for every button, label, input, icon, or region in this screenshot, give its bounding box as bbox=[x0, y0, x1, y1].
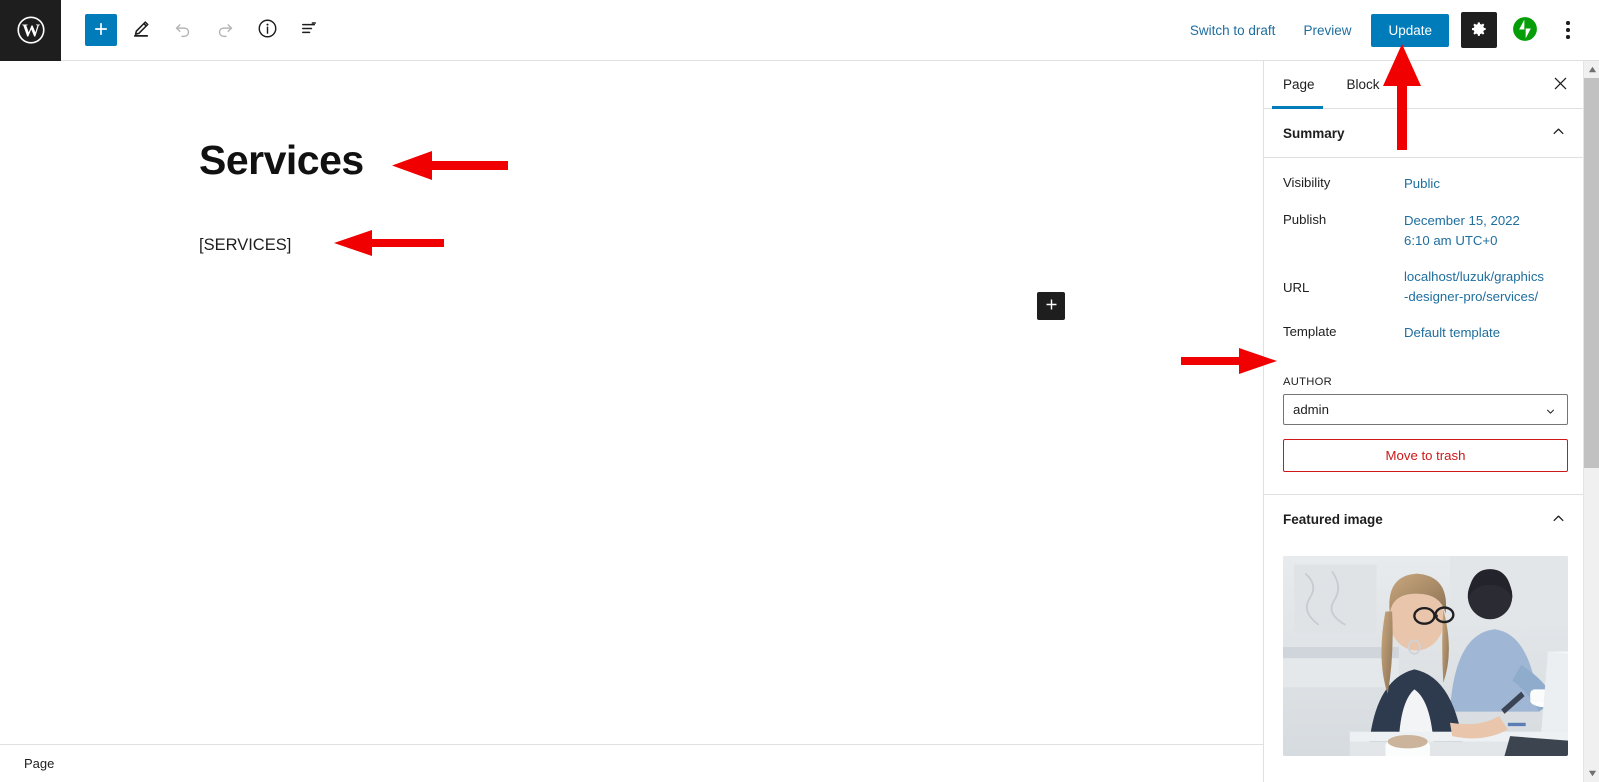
publish-value-button[interactable]: December 15, 2022 6:10 am UTC+0 bbox=[1404, 211, 1544, 250]
scroll-down-arrow-icon bbox=[1588, 765, 1597, 782]
update-button[interactable]: Update bbox=[1371, 13, 1449, 47]
summary-panel-header[interactable]: Summary bbox=[1264, 109, 1584, 158]
author-label: AUTHOR bbox=[1283, 376, 1333, 389]
editor-toolbar: W Switch to draft Preview Update bbox=[0, 0, 1599, 61]
visibility-label: Visibility bbox=[1283, 175, 1331, 190]
editor-canvas[interactable]: Services [SERVICES] bbox=[0, 61, 1263, 744]
tab-block[interactable]: Block bbox=[1331, 61, 1396, 108]
featured-image-collapse-button[interactable] bbox=[1549, 509, 1568, 531]
url-label: URL bbox=[1283, 279, 1310, 295]
close-sidebar-button[interactable] bbox=[1536, 61, 1584, 108]
kebab-menu-icon bbox=[1566, 21, 1570, 39]
summary-row-publish: Publish December 15, 2022 6:10 am UTC+0 bbox=[1283, 211, 1568, 250]
summary-collapse-button[interactable] bbox=[1549, 122, 1568, 144]
wordpress-block-editor: W Switch to draft Preview Update Service… bbox=[0, 0, 1599, 782]
featured-image-panel-title: Featured image bbox=[1283, 512, 1383, 528]
pencil-edit-icon bbox=[130, 18, 152, 43]
scroll-up-button[interactable] bbox=[1584, 61, 1599, 78]
svg-text:W: W bbox=[21, 21, 39, 41]
settings-button[interactable] bbox=[1461, 12, 1497, 48]
wordpress-logo-icon: W bbox=[16, 15, 46, 45]
redo-button[interactable] bbox=[207, 12, 243, 48]
document-type-label: Page bbox=[24, 756, 55, 771]
redo-arrow-icon bbox=[214, 18, 236, 43]
summary-row-template: Template Default template bbox=[1283, 323, 1568, 343]
featured-image-graphic bbox=[1283, 556, 1568, 757]
chevron-up-icon bbox=[1549, 509, 1568, 531]
plus-icon bbox=[91, 19, 111, 42]
undo-button[interactable] bbox=[165, 12, 201, 48]
featured-image-thumbnail[interactable] bbox=[1283, 556, 1568, 757]
summary-panel-body: Visibility Public Publish December 15, 2… bbox=[1264, 158, 1584, 374]
toolbar-left-group bbox=[61, 12, 327, 48]
author-select[interactable]: admin bbox=[1283, 394, 1568, 426]
details-button[interactable] bbox=[249, 12, 285, 48]
settings-sidebar: Page Block Summary Visibility Public Pub… bbox=[1263, 61, 1599, 782]
featured-image-panel-body bbox=[1264, 544, 1584, 757]
sidebar-scrollbar[interactable] bbox=[1583, 61, 1599, 782]
info-circle-icon bbox=[256, 17, 279, 43]
post-title[interactable]: Services bbox=[199, 137, 364, 183]
jetpack-button[interactable] bbox=[1507, 12, 1543, 48]
tab-page[interactable]: Page bbox=[1264, 61, 1331, 109]
list-view-button[interactable] bbox=[291, 12, 327, 48]
visibility-value-button[interactable]: Public bbox=[1404, 174, 1440, 194]
jetpack-icon bbox=[1512, 16, 1538, 45]
author-select-wrapper: admin bbox=[1264, 394, 1584, 426]
featured-image-panel-header[interactable]: Featured image bbox=[1264, 495, 1584, 544]
undo-arrow-icon bbox=[172, 18, 194, 43]
scroll-down-button[interactable] bbox=[1584, 765, 1599, 782]
add-block-button[interactable] bbox=[85, 14, 117, 46]
summary-row-url: URL localhost/luzuk/graphics-designer-pr… bbox=[1283, 267, 1568, 306]
url-value-button[interactable]: localhost/luzuk/graphics-designer-pro/se… bbox=[1404, 267, 1544, 306]
preview-button[interactable]: Preview bbox=[1291, 15, 1363, 46]
options-menu-button[interactable] bbox=[1551, 12, 1585, 48]
close-x-icon bbox=[1551, 74, 1570, 96]
plus-icon bbox=[1043, 296, 1060, 316]
chevron-up-icon bbox=[1549, 122, 1568, 144]
gear-icon bbox=[1469, 19, 1489, 42]
wordpress-logo-button[interactable]: W bbox=[0, 0, 61, 61]
inline-block-inserter-button[interactable] bbox=[1037, 292, 1065, 320]
move-to-trash-button[interactable]: Move to trash bbox=[1283, 439, 1568, 473]
editor-status-bar: Page bbox=[0, 744, 1263, 782]
tools-button[interactable] bbox=[123, 12, 159, 48]
summary-row-visibility: Visibility Public bbox=[1283, 174, 1568, 194]
toolbar-right-group: Switch to draft Preview Update bbox=[1178, 12, 1599, 48]
document-overview-icon bbox=[298, 17, 321, 43]
template-value-button[interactable]: Default template bbox=[1404, 323, 1500, 343]
switch-to-draft-button[interactable]: Switch to draft bbox=[1178, 15, 1288, 46]
sidebar-tabs: Page Block bbox=[1264, 61, 1584, 109]
post-content-paragraph[interactable]: [SERVICES] bbox=[199, 233, 291, 258]
template-label: Template bbox=[1283, 324, 1337, 340]
summary-panel-title: Summary bbox=[1283, 125, 1345, 141]
scroll-up-arrow-icon bbox=[1588, 61, 1597, 79]
publish-label: Publish bbox=[1283, 212, 1327, 227]
scrollbar-thumb[interactable] bbox=[1584, 78, 1599, 468]
